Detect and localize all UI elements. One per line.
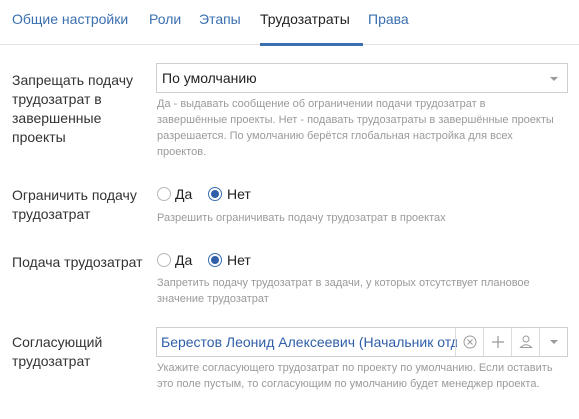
completed-projects-hint: Да - выдавать сообщение об ограничении п… — [157, 98, 554, 158]
radio-selected-dot — [211, 256, 219, 264]
tab-bar: Общие настройки Роли Этапы Трудозатраты … — [0, 0, 579, 46]
tab-permissions[interactable]: Права — [368, 11, 409, 27]
chevron-down-icon — [550, 340, 558, 344]
submission-yes-label[interactable]: Да — [175, 252, 192, 268]
limit-submission-yes-radio[interactable] — [157, 187, 171, 201]
chevron-down-icon — [550, 77, 558, 81]
limit-submission-yes-label[interactable]: Да — [175, 186, 192, 202]
submission-label: Подача трудозатрат — [12, 254, 143, 270]
completed-projects-select-value: По умолчанию — [162, 70, 257, 86]
radio-selected-dot — [211, 190, 219, 198]
tab-roles[interactable]: Роли — [149, 11, 181, 27]
plus-icon — [492, 336, 504, 348]
approver-dropdown-button[interactable] — [539, 328, 567, 356]
limit-submission-hint: Разрешить ограничивать подачу трудозатра… — [157, 212, 446, 224]
clear-button[interactable] — [455, 328, 483, 356]
submission-no-label[interactable]: Нет — [227, 252, 251, 268]
person-icon — [519, 335, 533, 348]
approver-label: Согласующий трудозатрат — [12, 334, 103, 369]
add-button[interactable] — [483, 328, 511, 356]
submission-no-radio[interactable] — [208, 253, 222, 267]
tab-general-settings[interactable]: Общие настройки — [12, 11, 128, 27]
completed-projects-select[interactable]: По умолчанию — [156, 63, 568, 93]
submission-yes-radio[interactable] — [157, 253, 171, 267]
approver-lookup[interactable]: Берестов Леонид Алексеевич (Начальник от… — [156, 327, 568, 357]
submission-hint: Запретить подачу трудозатрат в задачи, у… — [157, 277, 530, 305]
limit-submission-no-radio[interactable] — [208, 187, 222, 201]
limit-submission-no-label[interactable]: Нет — [227, 186, 251, 202]
clear-icon — [463, 335, 477, 349]
active-tab-indicator — [260, 43, 363, 46]
select-person-button[interactable] — [511, 328, 539, 356]
completed-projects-label: Запрещать подачу трудозатрат в завершенн… — [12, 72, 133, 145]
limit-submission-label: Ограничить подачу трудозатрат — [12, 187, 137, 222]
tab-labor-costs[interactable]: Трудозатраты — [260, 11, 350, 27]
approver-hint: Укажите согласующего трудозатрат по прое… — [157, 362, 553, 390]
approver-value-link[interactable]: Берестов Леонид Алексеевич (Начальник от… — [161, 334, 457, 350]
tab-stages[interactable]: Этапы — [199, 11, 241, 27]
